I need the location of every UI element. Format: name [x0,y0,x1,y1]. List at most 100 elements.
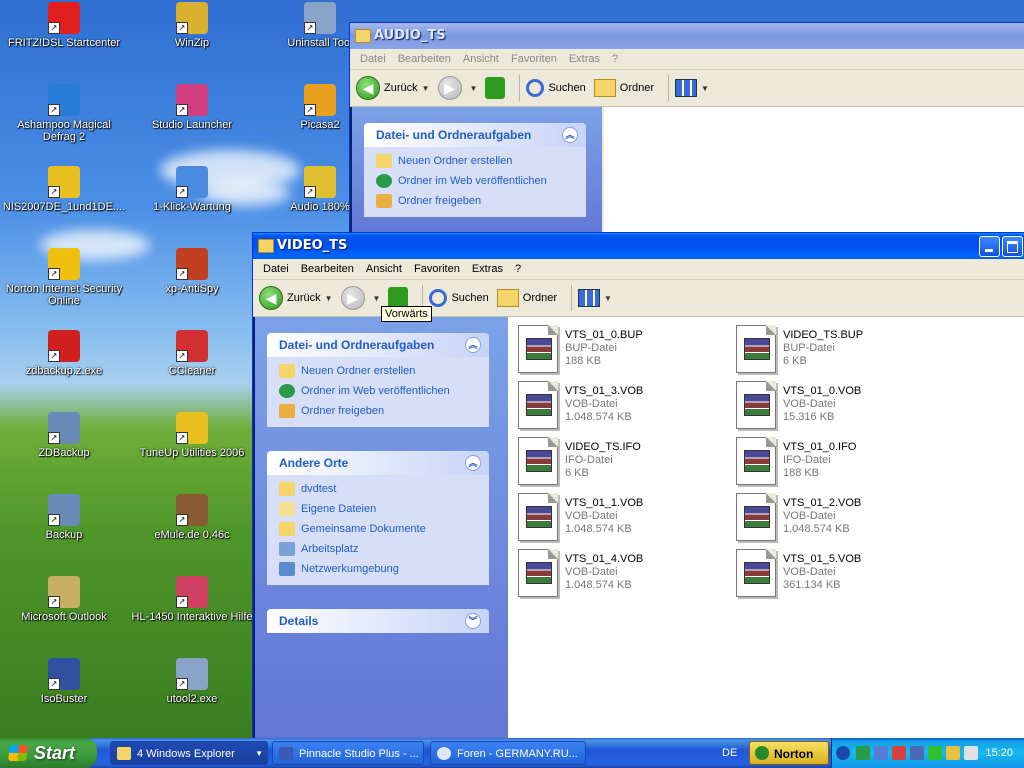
place-item[interactable]: Netzwerkumgebung [267,559,489,579]
file-item[interactable]: VTS_01_0.VOB VOB-Datei 15.316 KB [736,381,936,429]
desktop-icon[interactable]: ↗ eMule.de 0.46c [128,494,256,541]
show-hidden-icons-icon[interactable] [836,746,850,760]
file-item[interactable]: VTS_01_2.VOB VOB-Datei 1.048.574 KB [736,493,936,541]
audio-content-area[interactable] [604,107,1024,241]
file-item[interactable]: VTS_01_3.VOB VOB-Datei 1.048.574 KB [518,381,718,429]
desktop-icon[interactable]: ↗ NIS2007DE_1und1DE.... [0,166,128,213]
audio-ts-titlebar[interactable]: AUDIO_TS [350,23,1024,49]
menu-item[interactable]: Datei [354,53,392,65]
menu-item[interactable]: Favoriten [408,263,466,275]
desktop-icon[interactable]: ↗ zdbackup.z.exe [0,330,128,377]
dropdown-arrow-icon[interactable]: ▼ [470,84,478,93]
file-item[interactable]: VTS_01_0.IFO IFO-Datei 188 KB [736,437,936,485]
desktop-icon[interactable]: ↗ utool2.exe [128,658,256,705]
search-button[interactable]: Suchen [429,289,489,307]
clock[interactable]: 15:20 [985,738,1013,768]
forward-button[interactable]: ▶ ▼ [437,76,478,100]
desktop-icon[interactable]: ↗ IsoBuster [0,658,128,705]
window-title: VIDEO_TS [277,238,348,253]
back-button[interactable]: ◀ Zurück ▼ [356,76,430,100]
desktop-icon[interactable]: ↗ 1-Klick-Wartung [128,166,256,213]
video-ts-titlebar[interactable]: VIDEO_TS [253,233,1024,259]
desktop-icon[interactable]: ↗ HL-1450 Interaktive Hilfe [128,576,256,623]
language-indicator[interactable]: DE [722,738,737,768]
audio-ts-window[interactable]: AUDIO_TS Datei Bearbeiten Ansicht Favoriten… [349,22,1024,244]
task-item[interactable]: Neuen Ordner erstellen [364,151,586,171]
menu-item[interactable]: Extras [563,53,606,65]
place-item[interactable]: Arbeitsplatz [267,539,489,559]
task-item[interactable]: Ordner im Web veröffentlichen [267,381,489,401]
desktop-icon[interactable]: ↗ Microsoft Outlook [0,576,128,623]
menu-item[interactable]: Ansicht [360,263,408,275]
volume-icon[interactable] [964,746,978,760]
desktop-icon[interactable]: ↗ Ashampoo Magical Defrag 2 [0,84,128,143]
menu-item[interactable]: Bearbeiten [392,53,457,65]
file-item[interactable]: VTS_01_1.VOB VOB-Datei 1.048.574 KB [518,493,718,541]
collapse-chevron-icon[interactable]: ︽ [465,455,481,471]
norton-button[interactable]: Norton [749,741,829,765]
menu-item[interactable]: Extras [466,263,509,275]
task-item[interactable]: Neuen Ordner erstellen [267,361,489,381]
place-item[interactable]: dvdtest [267,479,489,499]
task-item[interactable]: Ordner freigeben [364,191,586,211]
menu-item[interactable]: Bearbeiten [295,263,360,275]
task-item[interactable]: Ordner im Web veröffentlichen [364,171,586,191]
menu-item[interactable]: Favoriten [505,53,563,65]
file-item[interactable]: VIDEO_TS.IFO IFO-Datei 6 KB [518,437,718,485]
dropdown-arrow-icon[interactable]: ▼ [701,84,709,93]
file-item[interactable]: VTS_01_4.VOB VOB-Datei 1.048.574 KB [518,549,718,597]
views-button[interactable]: ▼ [675,79,709,97]
menu-item[interactable]: Ansicht [457,53,505,65]
dropdown-arrow-icon[interactable]: ▼ [422,84,430,93]
back-button[interactable]: ◀ Zurück ▼ [259,286,333,310]
taskbar-item-windows-explorer[interactable]: 4 Windows Explorer ▼ [110,741,268,765]
collapse-chevron-icon[interactable]: ︽ [465,337,481,353]
expand-chevron-icon[interactable]: ︾ [465,613,481,629]
folders-button[interactable]: Ordner [593,79,654,97]
video-ts-window[interactable]: VIDEO_TS Datei Bearbeiten Ansicht Favoriten… [252,232,1024,738]
file-list-area[interactable]: VTS_01_0.BUP BUP-Datei 188 KB VIDEO_TS.BUP B… [508,317,1024,738]
tasks-header[interactable]: Datei- und Ordneraufgaben ︽ [267,333,489,357]
monitor-icon[interactable] [910,746,924,760]
desktop-icon[interactable]: ↗ xp-AntiSpy [128,248,256,295]
desktop-icon[interactable]: ↗ Backup [0,494,128,541]
details-header[interactable]: Details ︾ [267,609,489,633]
desktop-icon[interactable]: ↗ Studio Launcher [128,84,256,131]
menu-item[interactable]: Datei [257,263,295,275]
file-item[interactable]: VTS_01_5.VOB VOB-Datei 361.134 KB [736,549,936,597]
menu-item[interactable]: ? [606,53,624,65]
up-button[interactable] [485,77,506,99]
taskbar-item-browser[interactable]: Foren - GERMANY.RU... [430,741,586,765]
file-item[interactable]: VIDEO_TS.BUP BUP-Datei 6 KB [736,325,936,373]
desktop-icon[interactable]: ↗ FRITZ!DSL Startcenter [0,2,128,49]
desktop-icon[interactable]: ↗ Norton Internet Security Online [0,248,128,307]
place-item[interactable]: Gemeinsame Dokumente [267,519,489,539]
maximize-button[interactable] [1002,236,1023,257]
tray-app-icon[interactable] [946,746,960,760]
tasks-header[interactable]: Datei- und Ordneraufgaben ︽ [364,123,586,147]
dropdown-arrow-icon[interactable]: ▼ [604,294,612,303]
dropdown-arrow-icon[interactable]: ▼ [373,294,381,303]
folders-button[interactable]: Ordner [496,289,557,307]
minimize-button[interactable] [979,236,1000,257]
start-button[interactable]: Start [0,738,97,768]
security-icon[interactable] [892,746,906,760]
desktop-icon[interactable]: ↗ WinZip [128,2,256,49]
task-item[interactable]: Ordner freigeben [267,401,489,421]
desktop-icon[interactable]: ↗ ZDBackup [0,412,128,459]
taskbar-item-pinnacle[interactable]: Pinnacle Studio Plus - ... [272,741,424,765]
network-icon[interactable] [856,746,870,760]
dropdown-arrow-icon[interactable]: ▼ [325,294,333,303]
menu-item[interactable]: ? [509,263,527,275]
collapse-chevron-icon[interactable]: ︽ [562,127,578,143]
views-button[interactable]: ▼ [578,289,612,307]
signal-icon[interactable] [928,746,942,760]
search-button[interactable]: Suchen [526,79,586,97]
place-item[interactable]: Eigene Dateien [267,499,489,519]
display-icon[interactable] [874,746,888,760]
places-header[interactable]: Andere Orte ︽ [267,451,489,475]
desktop-icon[interactable]: ↗ TuneUp Utilities 2006 [128,412,256,459]
forward-button[interactable]: ▶ ▼ [340,286,381,310]
desktop-icon[interactable]: ↗ CCleaner [128,330,256,377]
file-item[interactable]: VTS_01_0.BUP BUP-Datei 188 KB [518,325,718,373]
